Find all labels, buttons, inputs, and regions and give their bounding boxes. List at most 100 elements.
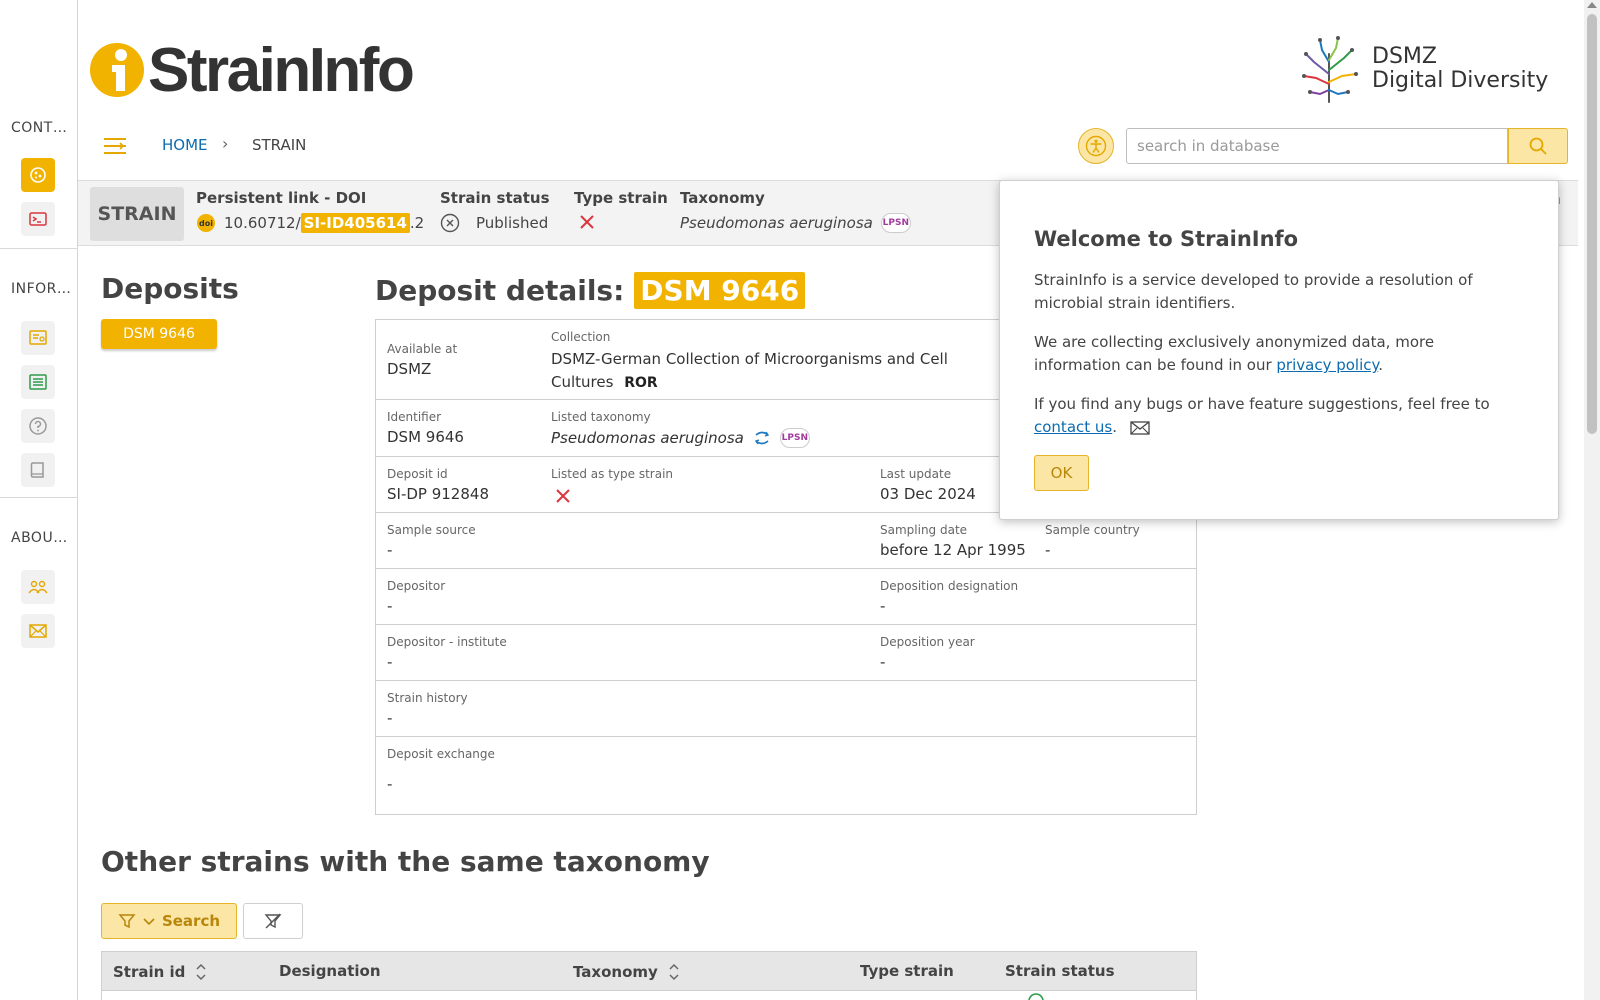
popup-text: . bbox=[1112, 418, 1118, 436]
help-icon bbox=[29, 417, 47, 435]
cross-icon bbox=[556, 489, 570, 503]
team-icon bbox=[28, 580, 48, 594]
table-row: Depositor - institute - Deposition year … bbox=[376, 625, 1196, 681]
clear-filter-icon bbox=[264, 913, 282, 929]
search-input[interactable] bbox=[1126, 128, 1508, 164]
welcome-popup: Welcome to StrainInfo StrainInfo is a se… bbox=[999, 180, 1559, 520]
sidebar-divider bbox=[0, 497, 78, 498]
table-row: Strain history - bbox=[376, 681, 1196, 737]
deposits-heading: Deposits bbox=[101, 272, 239, 305]
listed-taxonomy-value[interactable]: Pseudomonas aeruginosa bbox=[551, 429, 744, 447]
sidebar-strain-button[interactable] bbox=[21, 158, 55, 192]
deposit-exchange-label: Deposit exchange bbox=[387, 747, 495, 761]
sidebar-help-button[interactable] bbox=[21, 409, 55, 443]
strain-history-value: - bbox=[387, 709, 393, 727]
sample-source-label: Sample source bbox=[387, 523, 476, 537]
sidebar-book-button[interactable] bbox=[21, 453, 55, 487]
menu-toggle-button[interactable] bbox=[102, 134, 128, 158]
contact-us-link[interactable]: contact us bbox=[1034, 418, 1112, 436]
results-table-header: Strain id Designation Taxonomy Type stra… bbox=[101, 951, 1197, 991]
chevron-down-icon bbox=[143, 918, 155, 926]
doi-prefix[interactable]: 10.60712/ bbox=[224, 214, 301, 232]
left-sidebar: CONT… INFOR… ABOU… bbox=[0, 0, 78, 1000]
deposit-exchange-value: - bbox=[387, 775, 393, 793]
taxonomy-value[interactable]: Pseudomonas aeruginosa bbox=[680, 214, 873, 232]
sidebar-news-button[interactable] bbox=[21, 321, 55, 355]
filter-search-button[interactable]: Search bbox=[101, 903, 237, 939]
deposit-chip[interactable]: DSM 9646 bbox=[101, 319, 217, 349]
depositor-label: Depositor bbox=[387, 579, 446, 593]
column-designation[interactable]: Designation bbox=[279, 962, 381, 980]
table-row: Sample source - Sampling date before 12 … bbox=[376, 513, 1196, 569]
column-strain-id[interactable]: Strain id bbox=[113, 962, 207, 982]
popup-text: . bbox=[1378, 356, 1384, 374]
column-designation-label: Designation bbox=[279, 962, 381, 980]
deposit-details-id: DSM 9646 bbox=[634, 272, 806, 309]
last-update-label: Last update bbox=[880, 467, 952, 481]
privacy-policy-link[interactable]: privacy policy bbox=[1276, 356, 1378, 374]
page-scrollbar[interactable] bbox=[1584, 0, 1600, 1000]
identifier-label: Identifier bbox=[387, 410, 442, 424]
sidebar-section-about: ABOU… bbox=[11, 530, 68, 546]
column-taxonomy-label: Taxonomy bbox=[573, 963, 658, 981]
popup-paragraph-3: If you find any bugs or have feature sug… bbox=[1034, 393, 1524, 439]
strain-tag: STRAIN bbox=[90, 187, 184, 241]
accessibility-button[interactable] bbox=[1078, 128, 1114, 164]
sidebar-section-content: CONT… bbox=[11, 120, 68, 136]
column-type-strain[interactable]: Type strain bbox=[860, 962, 954, 980]
nav-row: HOME › STRAIN bbox=[78, 120, 1578, 180]
straininfo-logo[interactable]: StrainInfo bbox=[88, 36, 415, 105]
search-icon bbox=[1529, 137, 1547, 155]
dsmz-logo[interactable]: DSMZ Digital Diversity bbox=[1296, 34, 1548, 104]
popup-paragraph-1: StrainInfo is a service developed to pro… bbox=[1034, 271, 1473, 312]
sync-icon[interactable] bbox=[752, 428, 772, 448]
table-row: Deposit exchange - bbox=[376, 737, 1196, 814]
doi-icon: doi bbox=[197, 214, 215, 232]
breadcrumb-home[interactable]: HOME bbox=[162, 136, 208, 154]
filter-search-label: Search bbox=[161, 912, 221, 930]
terminal-icon bbox=[29, 212, 47, 226]
lpsn-badge[interactable]: LPSN bbox=[779, 428, 810, 448]
ok-button[interactable]: OK bbox=[1034, 455, 1089, 491]
listed-taxonomy-label: Listed taxonomy bbox=[551, 410, 651, 424]
list-icon bbox=[29, 374, 47, 390]
sidebar-team-button[interactable] bbox=[21, 570, 55, 604]
dsmz-line2: Digital Diversity bbox=[1372, 68, 1549, 93]
clear-filter-button[interactable] bbox=[243, 903, 303, 939]
strain-icon bbox=[30, 167, 46, 183]
doi-suffix[interactable]: .2 bbox=[410, 214, 424, 232]
identifier-value: DSM 9646 bbox=[387, 428, 464, 446]
doi-highlight[interactable]: SI-ID405614 bbox=[300, 213, 410, 233]
scrollbar-thumb[interactable] bbox=[1587, 14, 1597, 434]
available-value: DSMZ bbox=[387, 360, 432, 378]
column-type-strain-label: Type strain bbox=[860, 962, 954, 980]
column-strain-status[interactable]: Strain status bbox=[1005, 962, 1115, 980]
deposit-id-value: SI-DP 912848 bbox=[387, 485, 489, 503]
collection-value[interactable]: DSMZ-German Collection of Microorganisms… bbox=[551, 350, 948, 391]
sampling-date-label: Sampling date bbox=[880, 523, 968, 537]
deposition-designation-value: - bbox=[880, 597, 886, 615]
lpsn-badge[interactable]: LPSN bbox=[880, 213, 911, 233]
table-row[interactable] bbox=[101, 991, 1197, 1000]
sort-icon bbox=[669, 963, 679, 981]
scroll-up-arrow-icon[interactable] bbox=[1587, 2, 1597, 8]
status-check-icon bbox=[1028, 993, 1044, 1000]
deposit-details-label: Deposit details: bbox=[375, 274, 625, 307]
collection-label: Collection bbox=[551, 330, 611, 344]
filter-icon bbox=[118, 914, 136, 929]
sidebar-mail-button[interactable] bbox=[21, 614, 55, 648]
other-strains-heading: Other strains with the same taxonomy bbox=[101, 845, 710, 878]
sidebar-list-button[interactable] bbox=[21, 365, 55, 399]
sample-country-value: - bbox=[1045, 541, 1051, 559]
dsmz-tree-icon bbox=[1302, 36, 1358, 103]
sidebar-terminal-button[interactable] bbox=[21, 202, 55, 236]
taxonomy-heading: Taxonomy bbox=[680, 189, 765, 207]
listed-type-label: Listed as type strain bbox=[551, 467, 674, 481]
sample-country-label: Sample country bbox=[1045, 523, 1140, 537]
popup-text: If you find any bugs or have feature sug… bbox=[1034, 395, 1490, 413]
available-label: Available at bbox=[387, 342, 458, 356]
search-button[interactable] bbox=[1508, 128, 1568, 164]
ror-badge[interactable]: ROR bbox=[624, 375, 657, 391]
envelope-icon bbox=[1130, 420, 1150, 435]
column-taxonomy[interactable]: Taxonomy bbox=[573, 962, 680, 982]
